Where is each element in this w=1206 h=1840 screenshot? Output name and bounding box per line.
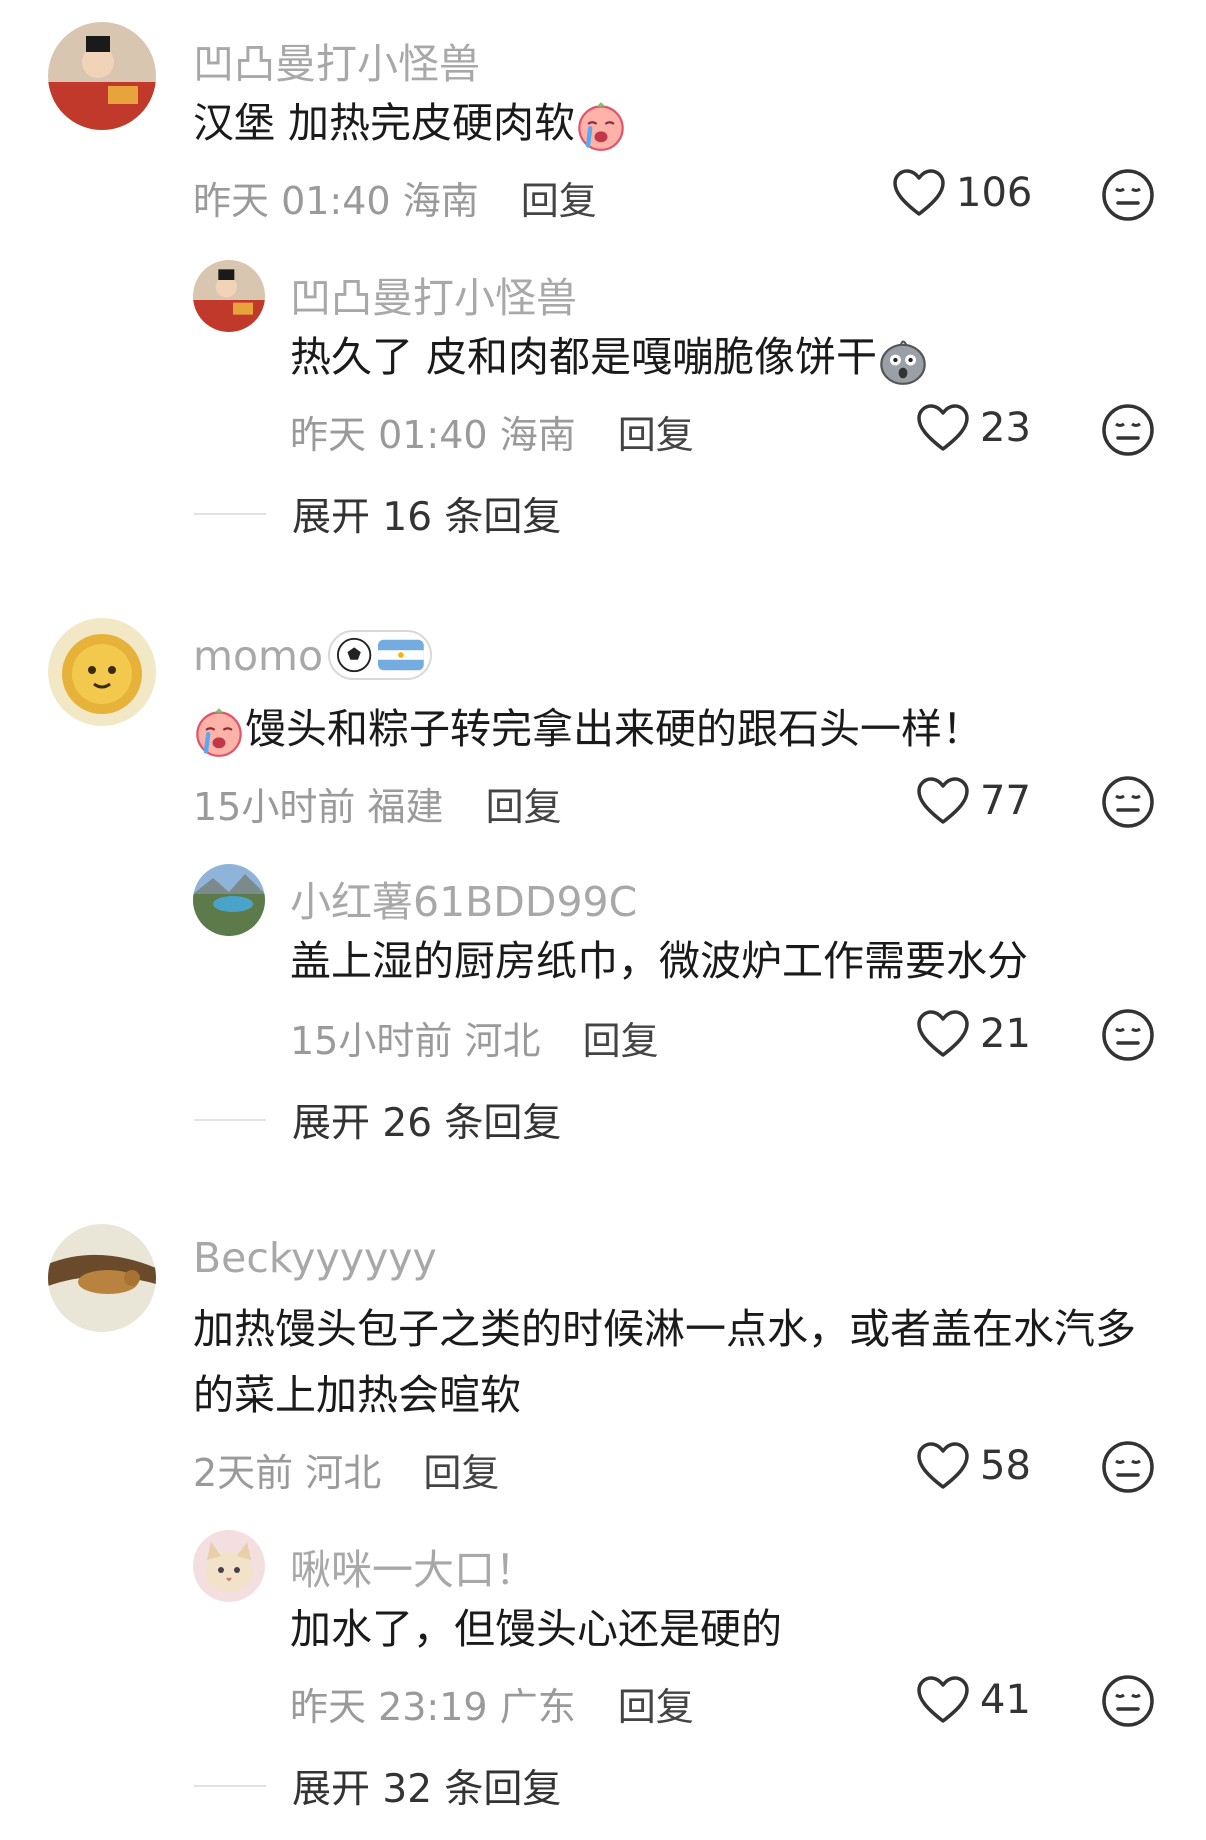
comment-text: 加水了，但馒头心还是硬的 xyxy=(290,1596,782,1662)
like-button[interactable]: 58 xyxy=(916,1441,1031,1491)
comment-text: 热久了 皮和肉都是嘎嘣脆像饼干 xyxy=(290,324,929,390)
username[interactable]: 凹凸曼打小怪兽 xyxy=(193,30,480,90)
username[interactable]: 凹凸曼打小怪兽 xyxy=(290,264,577,324)
avatar[interactable] xyxy=(48,618,156,726)
like-button[interactable]: 106 xyxy=(892,168,1032,218)
expand-replies-button[interactable]: 展开 32 条回复 xyxy=(194,1758,562,1814)
reply-button[interactable]: 回复 xyxy=(423,1451,499,1495)
comment-text-line: 的菜上加热会暄软 xyxy=(193,1371,521,1419)
username[interactable]: 小红薯61BDD99C xyxy=(290,868,637,928)
heart-outline-icon xyxy=(892,168,946,218)
comment-text-content: 馒头和粽子转完拿出来硬的跟石头一样！ xyxy=(245,705,983,753)
neutral-face-icon[interactable] xyxy=(1101,168,1155,222)
heart-outline-icon xyxy=(916,403,970,453)
expand-label: 展开 32 条回复 xyxy=(292,1767,562,1812)
location: 河北 xyxy=(305,1451,382,1495)
like-button[interactable]: 41 xyxy=(916,1675,1031,1725)
comment-meta: 昨天 01:40 海南 回复 xyxy=(193,170,597,225)
avatar[interactable] xyxy=(193,260,265,332)
like-count: 23 xyxy=(980,405,1031,451)
username[interactable]: Beckyyyyyy xyxy=(193,1234,437,1282)
like-count: 21 xyxy=(980,1011,1031,1057)
comment-text: 盖上湿的厨房纸巾，微波炉工作需要水分 xyxy=(290,928,1028,994)
neutral-face-icon[interactable] xyxy=(1101,1440,1155,1494)
comment-text-content: 加水了，但馒头心还是硬的 xyxy=(290,1605,782,1653)
reply-button[interactable]: 回复 xyxy=(618,1685,694,1729)
expand-label: 展开 26 条回复 xyxy=(292,1101,562,1146)
timestamp: 15小时前 xyxy=(193,785,356,829)
heart-outline-icon xyxy=(916,1009,970,1059)
reply-button[interactable]: 回复 xyxy=(618,413,694,457)
comment-text: 加热馒头包子之类的时候淋一点水，或者盖在水汽多 的菜上加热会暄软 xyxy=(193,1296,1136,1428)
timestamp: 2天前 xyxy=(193,1451,294,1495)
avatar[interactable] xyxy=(193,1530,265,1602)
username[interactable]: 啾咪一大口！ xyxy=(290,1536,536,1596)
divider xyxy=(194,1119,266,1121)
neutral-face-icon[interactable] xyxy=(1101,1674,1155,1728)
comment-text-content: 汉堡 加热完皮硬肉软 xyxy=(193,99,576,147)
like-count: 58 xyxy=(980,1443,1031,1489)
timestamp: 昨天 01:40 xyxy=(290,413,488,457)
comment-text: 汉堡 加热完皮硬肉软 xyxy=(193,90,627,156)
heart-outline-icon xyxy=(916,776,970,826)
comment-meta: 昨天 01:40 海南 回复 xyxy=(290,404,694,459)
comment-meta: 15小时前 河北 回复 xyxy=(290,1010,659,1065)
heart-outline-icon xyxy=(916,1441,970,1491)
like-button[interactable]: 23 xyxy=(916,403,1031,453)
avatar[interactable] xyxy=(193,864,265,936)
comment-text: 馒头和粽子转完拿出来硬的跟石头一样！ xyxy=(193,696,983,762)
user-badge xyxy=(328,630,432,680)
soccer-ball-icon xyxy=(336,637,372,673)
expand-replies-button[interactable]: 展开 26 条回复 xyxy=(194,1092,562,1148)
neutral-face-icon[interactable] xyxy=(1101,1008,1155,1062)
avatar[interactable] xyxy=(48,1224,156,1332)
comment-text-content: 盖上湿的厨房纸巾，微波炉工作需要水分 xyxy=(290,937,1028,985)
divider xyxy=(194,513,266,515)
comment-text-line: 加热馒头包子之类的时候淋一点水，或者盖在水汽多 xyxy=(193,1305,1136,1353)
like-button[interactable]: 21 xyxy=(916,1009,1031,1059)
comment-meta: 昨天 23:19 广东 回复 xyxy=(290,1676,694,1731)
location: 海南 xyxy=(402,179,479,223)
like-count: 77 xyxy=(980,778,1031,824)
location: 福建 xyxy=(367,785,444,829)
crying-face-emoji xyxy=(193,706,245,758)
comment-meta: 15小时前 福建 回复 xyxy=(193,776,562,831)
like-count: 106 xyxy=(956,170,1033,216)
timestamp: 昨天 23:19 xyxy=(290,1685,488,1729)
neutral-face-icon[interactable] xyxy=(1101,775,1155,829)
location: 广东 xyxy=(499,1685,576,1729)
username[interactable]: momo xyxy=(193,632,323,680)
timestamp: 昨天 01:40 xyxy=(193,179,391,223)
expand-replies-button[interactable]: 展开 16 条回复 xyxy=(194,486,562,542)
neutral-face-icon[interactable] xyxy=(1101,403,1155,457)
argentina-flag-icon xyxy=(378,639,424,671)
heart-outline-icon xyxy=(916,1675,970,1725)
reply-button[interactable]: 回复 xyxy=(521,179,597,223)
location: 河北 xyxy=(464,1019,541,1063)
location: 海南 xyxy=(499,413,576,457)
crying-face-emoji xyxy=(575,100,627,152)
reply-button[interactable]: 回复 xyxy=(583,1019,659,1063)
like-button[interactable]: 77 xyxy=(916,776,1031,826)
comment-text-content: 热久了 皮和肉都是嘎嘣脆像饼干 xyxy=(290,333,878,381)
like-count: 41 xyxy=(980,1677,1031,1723)
timestamp: 15小时前 xyxy=(290,1019,453,1063)
avatar[interactable] xyxy=(48,22,156,130)
shocked-rock-emoji xyxy=(877,334,929,386)
expand-label: 展开 16 条回复 xyxy=(292,495,562,540)
comment-meta: 2天前 河北 回复 xyxy=(193,1442,499,1497)
divider xyxy=(194,1785,266,1787)
reply-button[interactable]: 回复 xyxy=(486,785,562,829)
